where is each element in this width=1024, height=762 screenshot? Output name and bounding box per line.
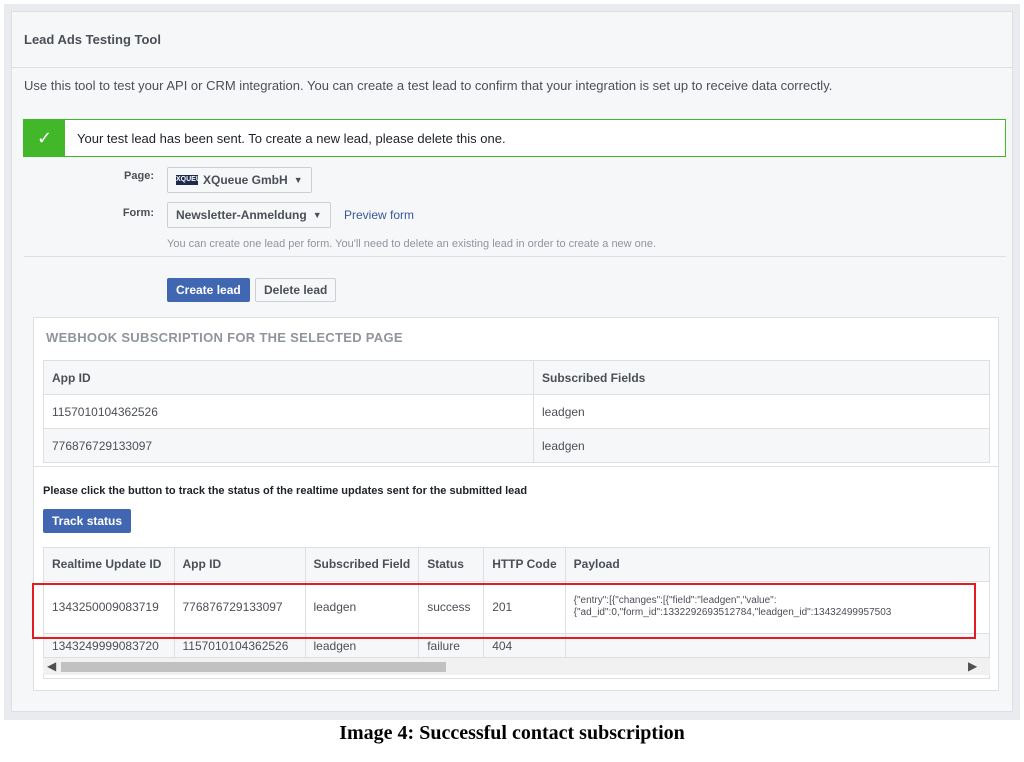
column-header: Status [418,548,485,582]
column-header: HTTP Code [483,548,566,582]
scroll-left-icon[interactable]: ◀ [47,659,56,673]
http-code-cell: 404 [483,633,566,660]
status-cell: failure [418,633,485,660]
field-cell: leadgen [305,633,420,660]
field-cell: leadgen [305,581,420,634]
updates-table: Realtime Update ID App ID Subscribed Fie… [44,548,989,660]
payload-cell: {"entry":[{"changes":[{"field":"leadgen"… [565,581,989,634]
app-id-cell: 776876729133097 [43,428,534,463]
intro-text: Use this tool to test your API or CRM in… [24,78,833,93]
track-instructions: Please click the button to track the sta… [43,485,528,497]
horizontal-scrollbar[interactable]: ◀ ▶ [43,657,990,675]
success-banner: ✓ Your test lead has been sent. To creat… [23,119,1006,157]
update-id-cell: 1343249999083720 [44,633,175,660]
lead-ads-panel: Lead Ads Testing Tool Use this tool to t… [11,11,1013,712]
scroll-right-icon[interactable]: ▶ [968,659,977,673]
column-header: App ID [43,360,534,395]
scrollbar-thumb[interactable] [61,662,446,672]
form-select[interactable]: Newsletter-Anmeldung ▼ [167,202,331,228]
webhook-title: WEBHOOK SUBSCRIPTION FOR THE SELECTED PA… [46,330,403,345]
table-row: 1343250009083719 776876729133097 leadgen… [44,581,989,634]
preview-form-link[interactable]: Preview form [344,208,414,222]
column-header: Subscribed Field [305,548,420,582]
delete-lead-button[interactable]: Delete lead [255,278,337,302]
success-text: Your test lead has been sent. To create … [77,130,506,146]
app-id-cell: 1157010104362526 [174,633,306,660]
table-row: 1157010104362526 leadgen [43,394,990,429]
form-select-value: Newsletter-Anmeldung [176,208,307,222]
image-caption: Image 4: Successful contact subscription [339,722,685,744]
track-status-button[interactable]: Track status [43,509,132,533]
webhook-section: WEBHOOK SUBSCRIPTION FOR THE SELECTED PA… [33,317,999,691]
divider [34,466,998,467]
http-code-cell: 201 [483,581,566,634]
payload-line: {"entry":[{"changes":[{"field":"leadgen"… [573,595,777,606]
caret-down-icon: ▼ [293,175,303,185]
divider [24,256,1006,257]
table-row: 776876729133097 leadgen [43,428,990,463]
column-header: Realtime Update ID [44,548,175,582]
create-lead-button[interactable]: Create lead [167,278,250,302]
form-hint: You can create one lead per form. You'll… [167,238,657,250]
column-header: Payload [565,548,989,582]
column-header: App ID [174,548,306,582]
subscribed-fields-cell: leadgen [533,428,990,463]
frame: Lead Ads Testing Tool Use this tool to t… [4,4,1020,720]
page-select-value: XQueue GmbH [203,173,288,187]
panel-title: Lead Ads Testing Tool [12,12,1012,68]
page-logo-icon: XQUEUE [176,175,206,185]
subscribed-fields-cell: leadgen [533,394,990,429]
status-cell: success [418,581,485,634]
form-label: Form: [122,207,154,219]
payload-cell [565,633,989,660]
page-select[interactable]: XQUEUE XQueue GmbH ▼ [167,167,312,193]
column-header: Subscribed Fields [533,360,990,395]
app-id-cell: 776876729133097 [174,581,306,634]
payload-line: {"ad_id":0,"form_id":1332292693512784,"l… [573,607,892,618]
table-row: 1343249999083720 1157010104362526 leadge… [44,633,989,660]
check-icon: ✓ [24,120,65,156]
caret-down-icon: ▼ [312,210,322,220]
app-id-cell: 1157010104362526 [43,394,534,429]
page-label: Page: [124,170,154,182]
update-id-cell: 1343250009083719 [44,581,175,634]
webhook-table: App ID Subscribed Fields 115701010436252… [43,360,990,463]
